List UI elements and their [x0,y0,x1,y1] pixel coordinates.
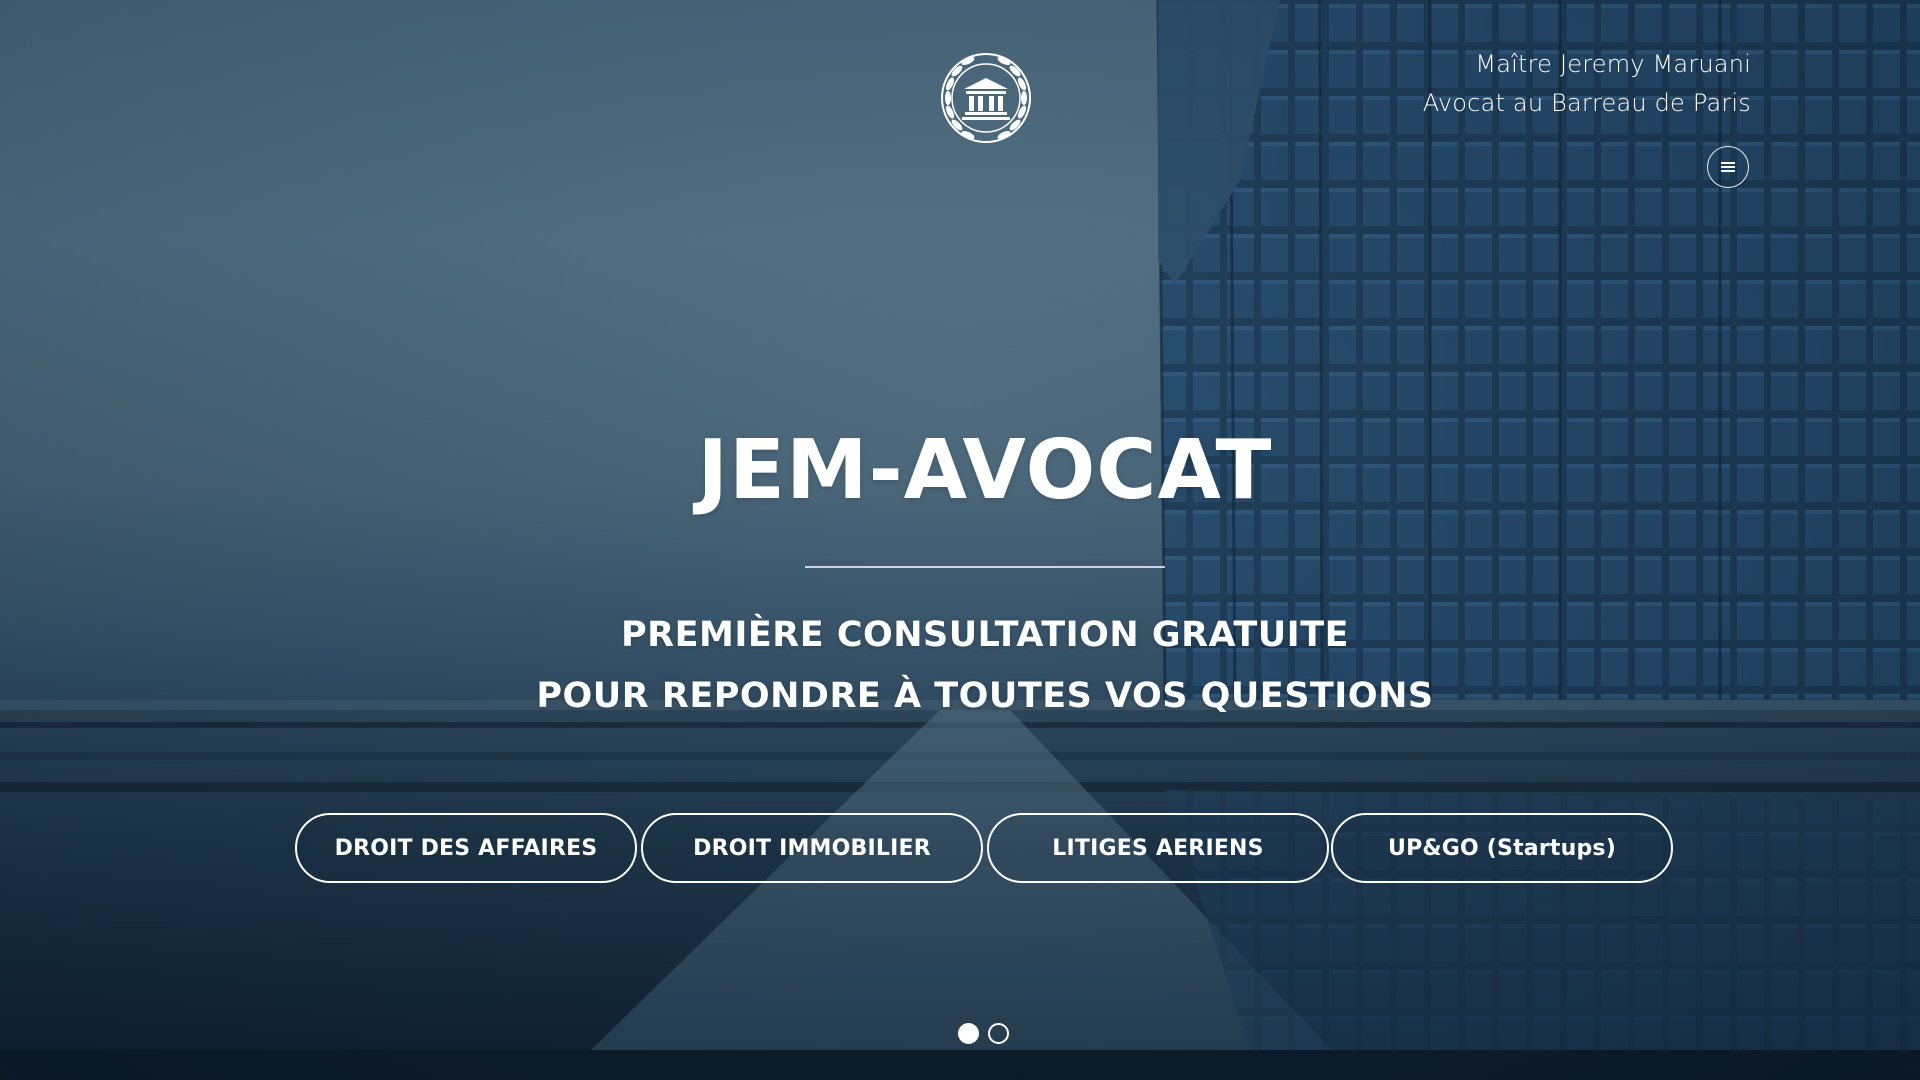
slider-dots [958,1023,1009,1044]
lawyer-info: Maître Jeremy Maruani Avocat au Barreau … [1423,45,1751,123]
hero-section [0,0,1920,1080]
menu-button[interactable] [1707,146,1749,188]
courthouse-laurel-icon[interactable] [928,40,1044,156]
practice-button-litiges-aeriens[interactable]: LITIGES AERIENS [987,813,1329,883]
hero-overlay [0,0,1920,1080]
hamburger-menu-icon [1721,162,1735,172]
lawyer-title: Avocat au Barreau de Paris [1422,89,1751,117]
slider-dot-1[interactable] [958,1023,979,1044]
practice-button-upgo-startups[interactable]: UP&GO (Startups) [1331,813,1673,883]
tagline-line-2: POUR REPONDRE À TOUTES VOS QUESTIONS [536,676,1434,716]
practice-button-droit-immobilier[interactable]: DROIT IMMOBILIER [641,813,983,883]
lawyer-name: Maître Jeremy Maruani [1475,50,1751,78]
tagline-line-1: PREMIÈRE CONSULTATION GRATUITE [621,615,1349,655]
site-title: JEM-AVOCAT [697,423,1273,518]
slider-dot-2[interactable] [988,1023,1009,1044]
practice-button-droit-des-affaires[interactable]: DROIT DES AFFAIRES [295,813,637,883]
title-divider [805,566,1165,568]
